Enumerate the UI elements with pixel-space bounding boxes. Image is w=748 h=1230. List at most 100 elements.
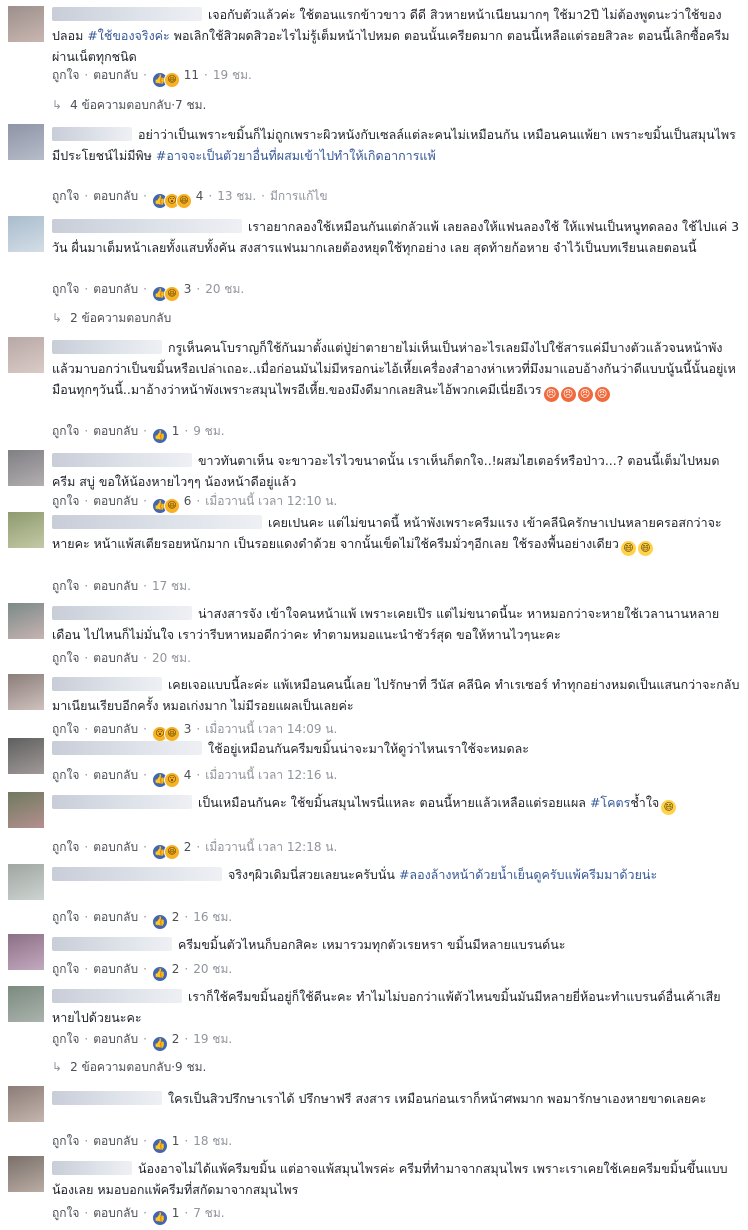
timestamp[interactable]: 18 ชม. [193, 1134, 232, 1148]
timestamp[interactable]: เมื่อวานนี้ เวลา 12:16 น. [205, 768, 337, 782]
reaction-summary[interactable]: 👍 😮 [151, 769, 180, 788]
reaction-count[interactable]: 2 [168, 1032, 180, 1046]
reply-link[interactable]: ตอบกลับ [93, 768, 138, 782]
reaction-count[interactable]: 1 [168, 1206, 180, 1220]
replies-count-label[interactable]: 2 ข้อความตอบกลับ [70, 311, 171, 325]
timestamp[interactable]: 20 ชม. [205, 282, 244, 296]
reaction-summary[interactable]: 👍 [151, 1207, 168, 1226]
view-replies-link[interactable]: ↳ 2 ข้อความตอบกลับ [52, 309, 171, 327]
like-link[interactable]: ถูกใจ [52, 579, 79, 593]
avatar[interactable] [8, 603, 44, 639]
reaction-count[interactable]: 1 [168, 424, 180, 438]
reaction-count[interactable]: 3 [180, 722, 192, 736]
commenter-name-blurred[interactable] [52, 1091, 162, 1105]
like-link[interactable]: ถูกใจ [52, 1032, 79, 1046]
reaction-summary[interactable]: 👍 [151, 963, 168, 982]
reply-link[interactable]: ตอบกลับ [93, 424, 138, 438]
reply-link[interactable]: ตอบกลับ [93, 1134, 138, 1148]
reaction-summary[interactable]: 👍 😆 [151, 69, 180, 88]
replies-count-label[interactable]: 2 ข้อความตอบกลับ [70, 1060, 171, 1074]
hashtag-link[interactable]: #อาจจะเป็นตัวยาอื่นที่ผสมเข้าไปทำให้เกิด… [156, 148, 436, 163]
avatar[interactable] [8, 512, 44, 548]
avatar[interactable] [8, 1086, 44, 1122]
reaction-summary[interactable]: 👍 😆 [151, 841, 180, 860]
timestamp[interactable]: 9 ชม. [193, 424, 224, 438]
commenter-name-blurred[interactable] [52, 606, 192, 620]
timestamp[interactable]: เมื่อวานนี้ เวลา 12:10 น. [205, 494, 337, 508]
commenter-name-blurred[interactable] [52, 127, 132, 141]
avatar[interactable] [8, 450, 44, 486]
avatar[interactable] [8, 986, 44, 1022]
avatar[interactable] [8, 216, 44, 252]
like-link[interactable]: ถูกใจ [52, 282, 79, 296]
reply-link[interactable]: ตอบกลับ [93, 282, 138, 296]
commenter-name-blurred[interactable] [52, 677, 162, 691]
timestamp[interactable]: 16 ชม. [193, 910, 232, 924]
avatar[interactable] [8, 6, 44, 42]
avatar[interactable] [8, 674, 44, 710]
like-link[interactable]: ถูกใจ [52, 962, 79, 976]
reaction-count[interactable]: 3 [180, 282, 192, 296]
reply-link[interactable]: ตอบกลับ [93, 579, 138, 593]
reply-link[interactable]: ตอบกลับ [93, 68, 138, 82]
like-link[interactable]: ถูกใจ [52, 494, 79, 508]
view-replies-link[interactable]: ↳ 4 ข้อความตอบกลับ·7 ชม. [52, 96, 206, 114]
reaction-count[interactable]: 4 [180, 768, 192, 782]
commenter-name-blurred[interactable] [52, 515, 262, 529]
avatar[interactable] [8, 792, 44, 828]
avatar[interactable] [8, 864, 44, 900]
timestamp[interactable]: 19 ชม. [213, 68, 252, 82]
avatar[interactable] [8, 934, 44, 970]
reply-link[interactable]: ตอบกลับ [93, 840, 138, 854]
reaction-count[interactable]: 11 [180, 68, 199, 82]
like-link[interactable]: ถูกใจ [52, 189, 79, 203]
commenter-name-blurred[interactable] [52, 340, 162, 354]
like-link[interactable]: ถูกใจ [52, 424, 79, 438]
commenter-name-blurred[interactable] [52, 937, 172, 951]
timestamp[interactable]: 19 ชม. [193, 1032, 232, 1046]
reaction-summary[interactable]: 👍 [151, 425, 168, 444]
reaction-summary[interactable]: 👍 😆 [151, 283, 180, 302]
reply-link[interactable]: ตอบกลับ [93, 651, 138, 665]
reply-link[interactable]: ตอบกลับ [93, 962, 138, 976]
reply-link[interactable]: ตอบกลับ [93, 1032, 138, 1046]
like-link[interactable]: ถูกใจ [52, 1134, 79, 1148]
reaction-summary[interactable]: 👍 [151, 1033, 168, 1052]
like-link[interactable]: ถูกใจ [52, 68, 79, 82]
reply-link[interactable]: ตอบกลับ [93, 189, 138, 203]
reaction-count[interactable]: 2 [168, 962, 180, 976]
view-replies-link[interactable]: ↳ 2 ข้อความตอบกลับ·9 ชม. [52, 1058, 206, 1076]
commenter-name-blurred[interactable] [52, 1161, 132, 1175]
hashtag-link[interactable]: #ใช้ของจริงค่ะ [87, 28, 169, 43]
reaction-count[interactable]: 4 [192, 189, 204, 203]
replies-count-label[interactable]: 4 ข้อความตอบกลับ [70, 98, 171, 112]
like-link[interactable]: ถูกใจ [52, 651, 79, 665]
edited-label[interactable]: มีการแก้ไข [270, 189, 328, 203]
reply-link[interactable]: ตอบกลับ [93, 494, 138, 508]
timestamp[interactable]: 20 ชม. [193, 962, 232, 976]
timestamp[interactable]: เมื่อวานนี้ เวลา 14:09 น. [205, 722, 337, 736]
commenter-name-blurred[interactable] [52, 453, 192, 467]
timestamp[interactable]: 7 ชม. [193, 1206, 224, 1220]
reaction-summary[interactable]: 👍 😮 😆 [151, 190, 192, 209]
reaction-summary[interactable]: 👍 [151, 911, 168, 930]
commenter-name-blurred[interactable] [52, 989, 182, 1003]
reaction-count[interactable]: 2 [168, 910, 180, 924]
avatar[interactable] [8, 124, 44, 160]
commenter-name-blurred[interactable] [52, 219, 242, 233]
timestamp[interactable]: 17 ชม. [152, 579, 191, 593]
timestamp[interactable]: 20 ชม. [152, 651, 191, 665]
reaction-count[interactable]: 6 [180, 494, 192, 508]
reaction-count[interactable]: 1 [168, 1134, 180, 1148]
reply-link[interactable]: ตอบกลับ [93, 1206, 138, 1220]
timestamp[interactable]: เมื่อวานนี้ เวลา 12:18 น. [205, 840, 337, 854]
avatar[interactable] [8, 738, 44, 774]
commenter-name-blurred[interactable] [52, 795, 192, 809]
commenter-name-blurred[interactable] [52, 867, 222, 881]
reply-link[interactable]: ตอบกลับ [93, 910, 138, 924]
commenter-name-blurred[interactable] [52, 7, 202, 21]
reaction-summary[interactable]: 👍 [151, 1135, 168, 1154]
like-link[interactable]: ถูกใจ [52, 1206, 79, 1220]
like-link[interactable]: ถูกใจ [52, 840, 79, 854]
hashtag-link[interactable]: #ลองล้างหน้าด้วยน้ำเย็นดูครับแพ้ครีมมาด้… [399, 867, 657, 882]
